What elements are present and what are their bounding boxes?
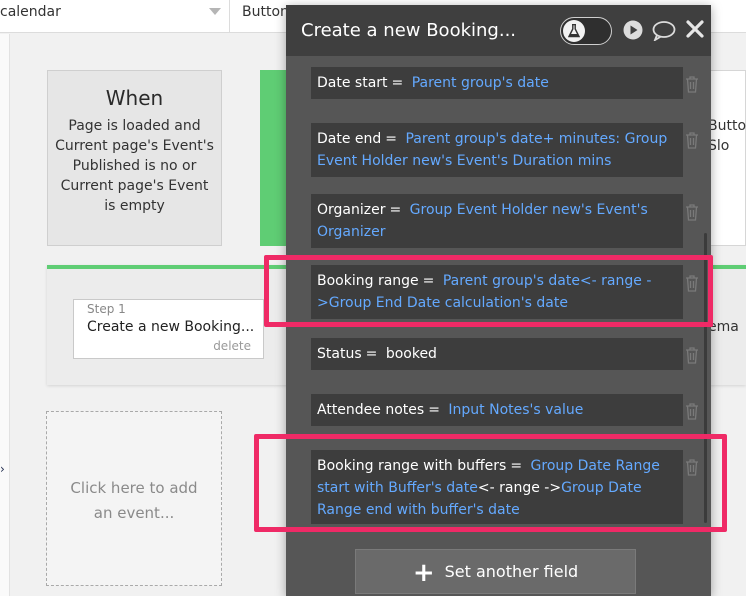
step-delete-link[interactable]: delete: [213, 339, 251, 353]
step-action-name: Create a new Booking...: [87, 319, 255, 335]
field-equals: =: [389, 202, 402, 218]
field-equals: =: [391, 75, 404, 91]
field-equals: =: [428, 402, 440, 418]
left-strip: [0, 34, 10, 596]
field-name: Organizer: [317, 202, 386, 218]
chevron-down-icon: [209, 8, 221, 15]
trash-icon[interactable]: [685, 76, 699, 93]
event-card-peek-text: Butto Slo: [708, 118, 746, 154]
event-when-card[interactable]: When Page is loaded and Current page's E…: [47, 70, 222, 246]
event-card-title: When: [105, 86, 164, 110]
field-name: Date start: [317, 75, 388, 91]
field-name: Date end: [317, 131, 382, 147]
field-row-date-end[interactable]: Date end = Parent group's date+ minutes: …: [311, 123, 683, 177]
field-equals: =: [365, 346, 378, 362]
close-icon[interactable]: [686, 20, 704, 38]
play-icon[interactable]: [623, 20, 643, 40]
trash-icon[interactable]: [685, 403, 699, 420]
highlight-box-booking-range: [264, 255, 713, 327]
set-another-field-button[interactable]: + Set another field: [355, 549, 636, 594]
trash-icon[interactable]: [685, 204, 699, 221]
plus-icon: +: [412, 558, 435, 588]
field-row-attendee-notes[interactable]: Attendee notes = Input Notes's value: [311, 394, 683, 426]
highlight-box-booking-range-buffers: [254, 434, 727, 532]
step-number-label: Step 1: [87, 302, 126, 316]
left-arrow-icon: ›: [0, 462, 5, 476]
workflow-step-card[interactable]: Step 1 Create a new Booking... delete: [73, 299, 264, 359]
trash-icon[interactable]: [685, 347, 699, 364]
set-another-field-label: Set another field: [444, 562, 579, 581]
panel-header: Create a new Booking...: [286, 5, 711, 56]
panel-title: Create a new Booking...: [301, 20, 517, 41]
dynamic-expression[interactable]: Parent group's date: [412, 75, 549, 91]
add-event-placeholder[interactable]: Click here to add an event...: [46, 411, 222, 586]
comment-icon[interactable]: [652, 21, 676, 41]
add-event-text: Click here to add an event...: [70, 479, 198, 522]
debug-toggle[interactable]: [560, 17, 612, 45]
field-name: Status: [317, 346, 362, 362]
trash-icon[interactable]: [685, 132, 699, 149]
field-equals: =: [385, 131, 398, 147]
flask-icon: [563, 20, 585, 42]
field-row-status[interactable]: Status = booked: [311, 338, 683, 370]
element-select-value: Button: [242, 4, 289, 20]
event-card-peek[interactable]: [708, 70, 746, 246]
field-row-organizer[interactable]: Organizer = Group Event Holder new's Even…: [311, 194, 683, 248]
event-card-condition: Page is loaded and Current page's Event'…: [55, 118, 214, 214]
field-name: Attendee notes: [317, 402, 425, 418]
static-value[interactable]: booked: [386, 346, 437, 362]
page-select-value: calendar: [0, 4, 61, 20]
dynamic-expression[interactable]: Input Notes's value: [448, 402, 583, 418]
field-row-date-start[interactable]: Date start = Parent group's date: [311, 67, 683, 99]
page-select-dropdown[interactable]: calendar: [0, 0, 230, 33]
